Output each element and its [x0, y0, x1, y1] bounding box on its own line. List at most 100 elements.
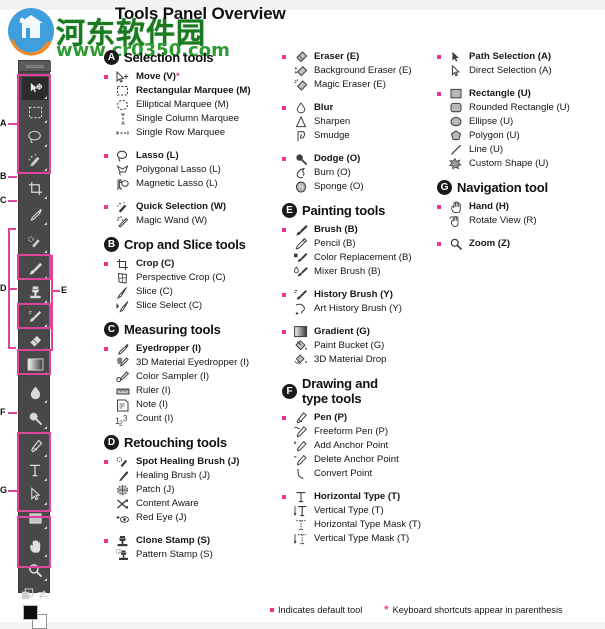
eyedropper-icon[interactable] [22, 203, 48, 226]
tool-row[interactable]: Hand (H) [437, 200, 597, 214]
tool-row[interactable]: Mixer Brush (B) [282, 265, 432, 279]
tool-row[interactable]: Lasso (L) [104, 149, 276, 163]
tool-row[interactable]: History Brush (Y) [282, 288, 432, 302]
tool-row[interactable]: Healing Brush (J) [104, 469, 276, 483]
tool-row[interactable]: Blur [282, 101, 432, 115]
tool-row[interactable]: Content Aware [104, 497, 276, 511]
tool-row[interactable]: Ellipse (U) [437, 115, 597, 129]
row-spacer [104, 304, 108, 308]
direct-selection-icon [446, 64, 465, 78]
tool-row[interactable]: Crop (C) [104, 257, 276, 271]
tool-row[interactable]: Pattern Stamp (S) [104, 548, 276, 562]
tool-row[interactable]: Smudge [282, 129, 432, 143]
tool-row[interactable]: Eyedropper (I) [104, 342, 276, 356]
tool-row[interactable]: Burn (O) [282, 166, 432, 180]
foreground-background-color-icon[interactable] [23, 605, 47, 629]
tool-row[interactable]: Vertical Type (T) [282, 504, 432, 518]
tool-row[interactable]: Freeform Pen (P) [282, 425, 432, 439]
tool-row[interactable]: Move (V)* [104, 70, 276, 84]
tool-row[interactable]: 3D Material Eyedropper (I) [104, 356, 276, 370]
tool-row[interactable]: Eraser (E) [282, 50, 432, 64]
tool-row[interactable]: Note (I) [104, 398, 276, 412]
art-history-brush-icon [291, 302, 310, 316]
tool-row[interactable]: Brush (B) [282, 223, 432, 237]
tool-row[interactable]: Rectangular Marquee (M) [104, 84, 276, 98]
tool-row[interactable]: Elliptical Marquee (M) [104, 98, 276, 112]
tool-row[interactable]: Sharpen [282, 115, 432, 129]
tool-row[interactable]: Slice (C) [104, 285, 276, 299]
tool-row[interactable]: Color Sampler (I) [104, 370, 276, 384]
row-spacer [282, 358, 286, 362]
move-icon[interactable] [22, 77, 48, 100]
rectangle-icon[interactable] [22, 507, 48, 530]
horizontal-type-icon[interactable] [22, 459, 48, 482]
tool-row[interactable]: Single Row Marquee [104, 126, 276, 140]
brush-icon[interactable] [22, 257, 48, 280]
lasso-icon[interactable] [22, 125, 48, 148]
tool-row[interactable]: 1 2 3 Count (I) [104, 412, 276, 426]
tool-row[interactable]: Path Selection (A) [437, 50, 597, 64]
blur-icon[interactable] [22, 381, 48, 404]
tool-row[interactable]: Custom Shape (U) [437, 157, 597, 171]
spot-healing-brush-icon [113, 455, 132, 469]
tool-row[interactable]: Patch (J) [104, 483, 276, 497]
tool-row[interactable]: Rectangle (U) [437, 87, 597, 101]
tools-panel-overview-page: 河东软件园 www.cr0350.com Tools Panel Overvie… [0, 0, 605, 629]
tool-row[interactable]: Rounded Rectangle (U) [437, 101, 597, 115]
quick-selection-icon[interactable] [22, 149, 48, 172]
tool-row[interactable]: Direct Selection (A) [437, 64, 597, 78]
tool-row[interactable]: Art History Brush (Y) [282, 302, 432, 316]
tool-row[interactable]: Line (U) [437, 143, 597, 157]
panel-grip[interactable] [19, 61, 51, 72]
tool-row[interactable]: Spot Healing Brush (J) [104, 455, 276, 469]
slice-select-icon [113, 299, 132, 313]
tool-row[interactable]: Sponge (O) [282, 180, 432, 194]
tool-row[interactable]: Background Eraser (E) [282, 64, 432, 78]
tool-row[interactable]: Dodge (O) [282, 152, 432, 166]
tool-row[interactable]: Convert Point [282, 467, 432, 481]
tool-row[interactable]: Paint Bucket (G) [282, 339, 432, 353]
tool-row[interactable]: Rotate View (R) [437, 214, 597, 228]
tool-row[interactable]: Horizontal Type (T) [282, 490, 432, 504]
gradient-icon[interactable] [22, 353, 48, 376]
tool-row[interactable]: Gradient (G) [282, 325, 432, 339]
tool-row[interactable]: Single Column Marquee [104, 112, 276, 126]
spot-healing-brush-icon[interactable] [22, 231, 48, 254]
clone-stamp-icon[interactable] [22, 281, 48, 304]
photoshop-tools-panel[interactable] [18, 60, 51, 629]
tool-label: Dodge (O) [314, 153, 361, 164]
zoom-icon[interactable] [22, 559, 48, 582]
swap-colors-icon[interactable] [35, 583, 50, 606]
tool-row[interactable]: Slice Select (C) [104, 299, 276, 313]
pen-icon[interactable] [22, 435, 48, 458]
tool-row[interactable]: Pencil (B) [282, 237, 432, 251]
tool-row[interactable]: Quick Selection (W) [104, 200, 276, 214]
tool-row[interactable]: Zoom (Z) [437, 237, 597, 251]
tool-row[interactable]: Clone Stamp (S) [104, 534, 276, 548]
tool-row[interactable]: Add Anchor Point [282, 439, 432, 453]
tool-row[interactable]: Magic Wand (W) [104, 214, 276, 228]
screen-mode-icon[interactable] [20, 583, 35, 606]
tool-row[interactable]: Ruler (I) [104, 384, 276, 398]
tool-row[interactable]: 3D Material Drop [282, 353, 432, 367]
rectangular-marquee-icon[interactable] [22, 101, 48, 124]
path-selection-icon[interactable] [22, 483, 48, 506]
tool-row[interactable]: Magnetic Lasso (L) [104, 177, 276, 191]
tool-row[interactable]: Perspective Crop (C) [104, 271, 276, 285]
tool-row[interactable]: Delete Anchor Point [282, 453, 432, 467]
crop-icon[interactable] [22, 177, 48, 200]
tool-row[interactable]: Polygon (U) [437, 129, 597, 143]
tool-row[interactable]: Pen (P) [282, 411, 432, 425]
tool-row[interactable]: Vertical Type Mask (T) [282, 532, 432, 546]
column-3: Path Selection (A) Direct Selection (A) Re… [437, 50, 597, 260]
tool-row[interactable]: Horizontal Type Mask (T) [282, 518, 432, 532]
tool-row[interactable]: Magic Eraser (E) [282, 78, 432, 92]
eraser-icon[interactable] [22, 329, 48, 352]
tool-row[interactable]: Polygonal Lasso (L) [104, 163, 276, 177]
history-brush-icon[interactable] [22, 305, 48, 328]
tool-row[interactable]: Red Eye (J) [104, 511, 276, 525]
crop-icon [113, 257, 132, 271]
tool-row[interactable]: Color Replacement (B) [282, 251, 432, 265]
hand-icon[interactable] [22, 535, 48, 558]
dodge-icon[interactable] [22, 407, 48, 430]
